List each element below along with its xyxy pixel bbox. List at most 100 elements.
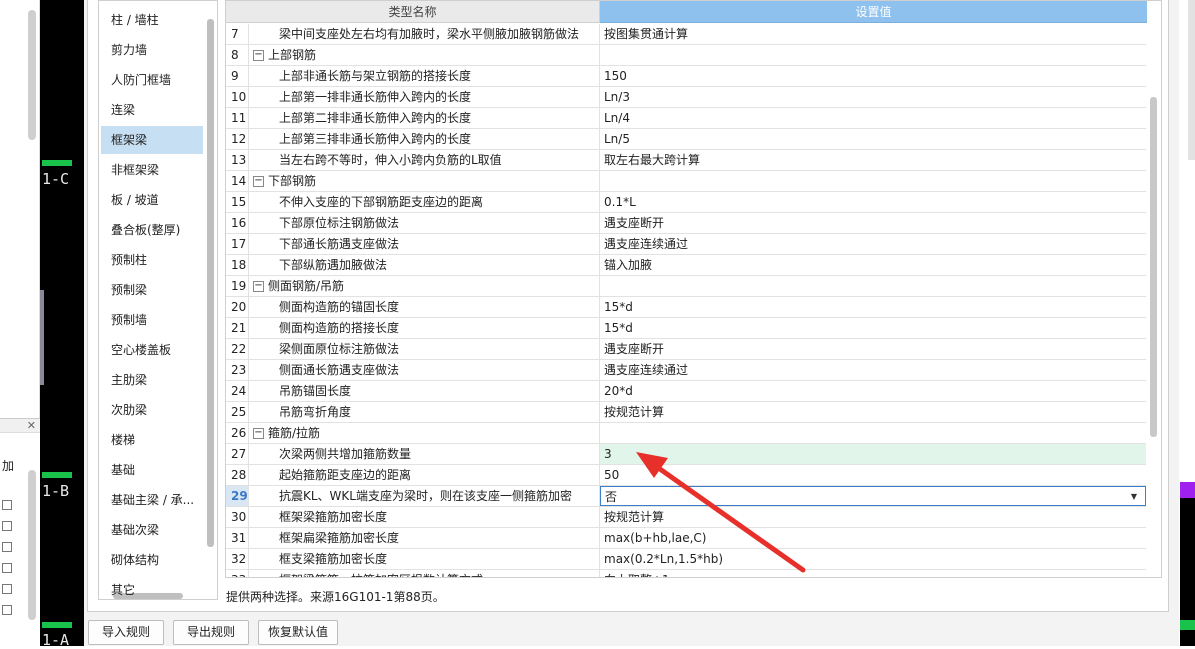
group-label: 下部钢筋 xyxy=(268,174,317,188)
value-dropdown[interactable]: 否 ▼ xyxy=(600,486,1146,506)
setting-value[interactable]: 15*d xyxy=(600,318,1146,338)
group-row[interactable]: 19− 侧面钢筋/吊筋 xyxy=(226,276,1146,297)
setting-value[interactable]: Ln/5 xyxy=(600,129,1146,149)
setting-value[interactable]: 按规范计算 xyxy=(600,507,1146,527)
setting-value[interactable]: 遇支座连续通过 xyxy=(600,234,1146,254)
category-item[interactable]: 人防门框墙 xyxy=(101,66,203,94)
collapse-toggle-icon[interactable]: − xyxy=(253,281,264,292)
collapse-toggle-icon[interactable]: − xyxy=(253,428,264,439)
table-row[interactable]: 28 起始箍筋距支座边的距离 50 xyxy=(226,465,1146,486)
checkbox[interactable] xyxy=(2,584,12,594)
category-item[interactable]: 预制柱 xyxy=(101,246,203,274)
category-item[interactable]: 预制墙 xyxy=(101,306,203,334)
setting-value[interactable]: 150 xyxy=(600,66,1146,86)
table-row[interactable]: 7 梁中间支座处左右均有加腋时，梁水平侧腋加腋钢筋做法 按图集贯通计算 xyxy=(226,24,1146,45)
checkbox[interactable] xyxy=(2,500,12,510)
setting-value[interactable]: 遇支座连续通过 xyxy=(600,360,1146,380)
category-scrollbar[interactable] xyxy=(207,19,214,547)
close-icon[interactable]: ✕ xyxy=(0,419,40,433)
category-item[interactable]: 板 / 坡道 xyxy=(101,186,203,214)
column-header-name[interactable]: 类型名称 xyxy=(226,1,600,23)
table-row[interactable]: 24 吊筋锚固长度 20*d xyxy=(226,381,1146,402)
setting-value[interactable]: 按图集贯通计算 xyxy=(600,24,1146,44)
setting-value[interactable]: 20*d xyxy=(600,381,1146,401)
table-row[interactable]: 25 吊筋弯折角度 按规范计算 xyxy=(226,402,1146,423)
chevron-down-icon[interactable]: ▼ xyxy=(1131,487,1137,505)
category-item[interactable]: 柱 / 墙柱 xyxy=(101,6,203,34)
checkbox[interactable] xyxy=(2,542,12,552)
category-item[interactable]: 楼梯 xyxy=(101,426,203,454)
setting-value[interactable]: Ln/4 xyxy=(600,108,1146,128)
setting-value[interactable]: 0.1*L xyxy=(600,192,1146,212)
table-row[interactable]: 18 下部纵筋遇加腋做法 锚入加腋 xyxy=(226,255,1146,276)
table-row[interactable]: 12 上部第三排非通长筋伸入跨内的长度 Ln/5 xyxy=(226,129,1146,150)
category-item[interactable]: 主肋梁 xyxy=(101,366,203,394)
row-number: 9 xyxy=(226,66,249,86)
table-row[interactable]: 13 当左右跨不等时，伸入小跨内负筋的L取值 取左右最大跨计算 xyxy=(226,150,1146,171)
table-row[interactable]: 29 抗震KL、WKL端支座为梁时，则在该支座一侧箍筋加密否 ▼ xyxy=(226,486,1146,507)
category-item[interactable]: 砌体结构 xyxy=(101,546,203,574)
table-row[interactable]: 11 上部第二排非通长筋伸入跨内的长度 Ln/4 xyxy=(226,108,1146,129)
table-row[interactable]: 17 下部通长筋遇支座做法 遇支座连续通过 xyxy=(226,234,1146,255)
table-row[interactable]: 9 上部非通长筋与架立钢筋的搭接长度 150 xyxy=(226,66,1146,87)
background-scrollbar[interactable] xyxy=(28,10,36,140)
category-item[interactable]: 叠合板(整厚) xyxy=(101,216,203,244)
setting-name: 不伸入支座的下部钢筋距支座边的距离 xyxy=(249,192,600,212)
setting-value[interactable] xyxy=(600,423,1146,443)
group-row[interactable]: 26− 箍筋/拉筋 xyxy=(226,423,1146,444)
checkbox[interactable] xyxy=(2,563,12,573)
category-item[interactable]: 连梁 xyxy=(101,96,203,124)
setting-value[interactable] xyxy=(600,171,1146,191)
category-item[interactable]: 空心楼盖板 xyxy=(101,336,203,364)
category-item[interactable]: 框架梁 xyxy=(101,126,203,154)
category-item[interactable]: 非框架梁 xyxy=(101,156,203,184)
setting-name: 当左右跨不等时，伸入小跨内负筋的L取值 xyxy=(249,150,600,170)
setting-value[interactable] xyxy=(600,45,1146,65)
setting-value[interactable]: 向上取整+1 xyxy=(600,570,1146,577)
column-header-value[interactable]: 设置值 xyxy=(600,1,1147,23)
setting-value[interactable]: 3 xyxy=(600,444,1146,464)
table-row[interactable]: 16 下部原位标注钢筋做法 遇支座断开 xyxy=(226,213,1146,234)
grid-scrollbar[interactable] xyxy=(1150,97,1157,437)
category-item[interactable]: 基础主梁 / 承... xyxy=(101,486,203,514)
import-rules-button[interactable]: 导入规则 xyxy=(88,620,164,645)
collapse-toggle-icon[interactable]: − xyxy=(253,176,264,187)
setting-value[interactable]: 遇支座断开 xyxy=(600,213,1146,233)
setting-value[interactable]: 遇支座断开 xyxy=(600,339,1146,359)
background-scrollbar[interactable] xyxy=(1188,0,1195,160)
setting-value[interactable]: 15*d xyxy=(600,297,1146,317)
table-row[interactable]: 33框架梁箍筋、拉筋加密区根数计算方式向上取整+1 xyxy=(226,570,1146,577)
table-row[interactable]: 15 不伸入支座的下部钢筋距支座边的距离 0.1*L xyxy=(226,192,1146,213)
checkbox[interactable] xyxy=(2,605,12,615)
category-item[interactable]: 预制梁 xyxy=(101,276,203,304)
table-row[interactable]: 31 框架扁梁箍筋加密长度 max(b+hb,lae,C) xyxy=(226,528,1146,549)
table-row[interactable]: 23 侧面通长筋遇支座做法 遇支座连续通过 xyxy=(226,360,1146,381)
setting-value[interactable]: 按规范计算 xyxy=(600,402,1146,422)
group-row[interactable]: 8− 上部钢筋 xyxy=(226,45,1146,66)
table-row[interactable]: 10 上部第一排非通长筋伸入跨内的长度 Ln/3 xyxy=(226,87,1146,108)
table-row[interactable]: 22 梁侧面原位标注筋做法 遇支座断开 xyxy=(226,339,1146,360)
checkbox[interactable] xyxy=(2,521,12,531)
setting-value[interactable]: max(0.2*Ln,1.5*hb) xyxy=(600,549,1146,569)
table-row[interactable]: 27 次梁两侧共增加箍筋数量 3 xyxy=(226,444,1146,465)
category-item[interactable]: 次肋梁 xyxy=(101,396,203,424)
setting-value[interactable]: 50 xyxy=(600,465,1146,485)
table-row[interactable]: 32 框支梁箍筋加密长度 max(0.2*Ln,1.5*hb) xyxy=(226,549,1146,570)
background-scrollbar[interactable] xyxy=(28,470,36,620)
collapse-toggle-icon[interactable]: − xyxy=(253,50,264,61)
setting-value[interactable]: Ln/3 xyxy=(600,87,1146,107)
export-rules-button[interactable]: 导出规则 xyxy=(173,620,249,645)
setting-value[interactable] xyxy=(600,276,1146,296)
setting-value[interactable]: max(b+hb,lae,C) xyxy=(600,528,1146,548)
restore-defaults-button[interactable]: 恢复默认值 xyxy=(258,620,338,645)
group-row[interactable]: 14− 下部钢筋 xyxy=(226,171,1146,192)
category-item[interactable]: 基础次梁 xyxy=(101,516,203,544)
setting-value[interactable]: 锚入加腋 xyxy=(600,255,1146,275)
category-item[interactable]: 其它 xyxy=(101,576,203,599)
category-item[interactable]: 基础 xyxy=(101,456,203,484)
category-item[interactable]: 剪力墙 xyxy=(101,36,203,64)
table-row[interactable]: 20 侧面构造筋的锚固长度 15*d xyxy=(226,297,1146,318)
table-row[interactable]: 30 框架梁箍筋加密长度 按规范计算 xyxy=(226,507,1146,528)
table-row[interactable]: 21 侧面构造筋的搭接长度 15*d xyxy=(226,318,1146,339)
setting-value[interactable]: 取左右最大跨计算 xyxy=(600,150,1146,170)
